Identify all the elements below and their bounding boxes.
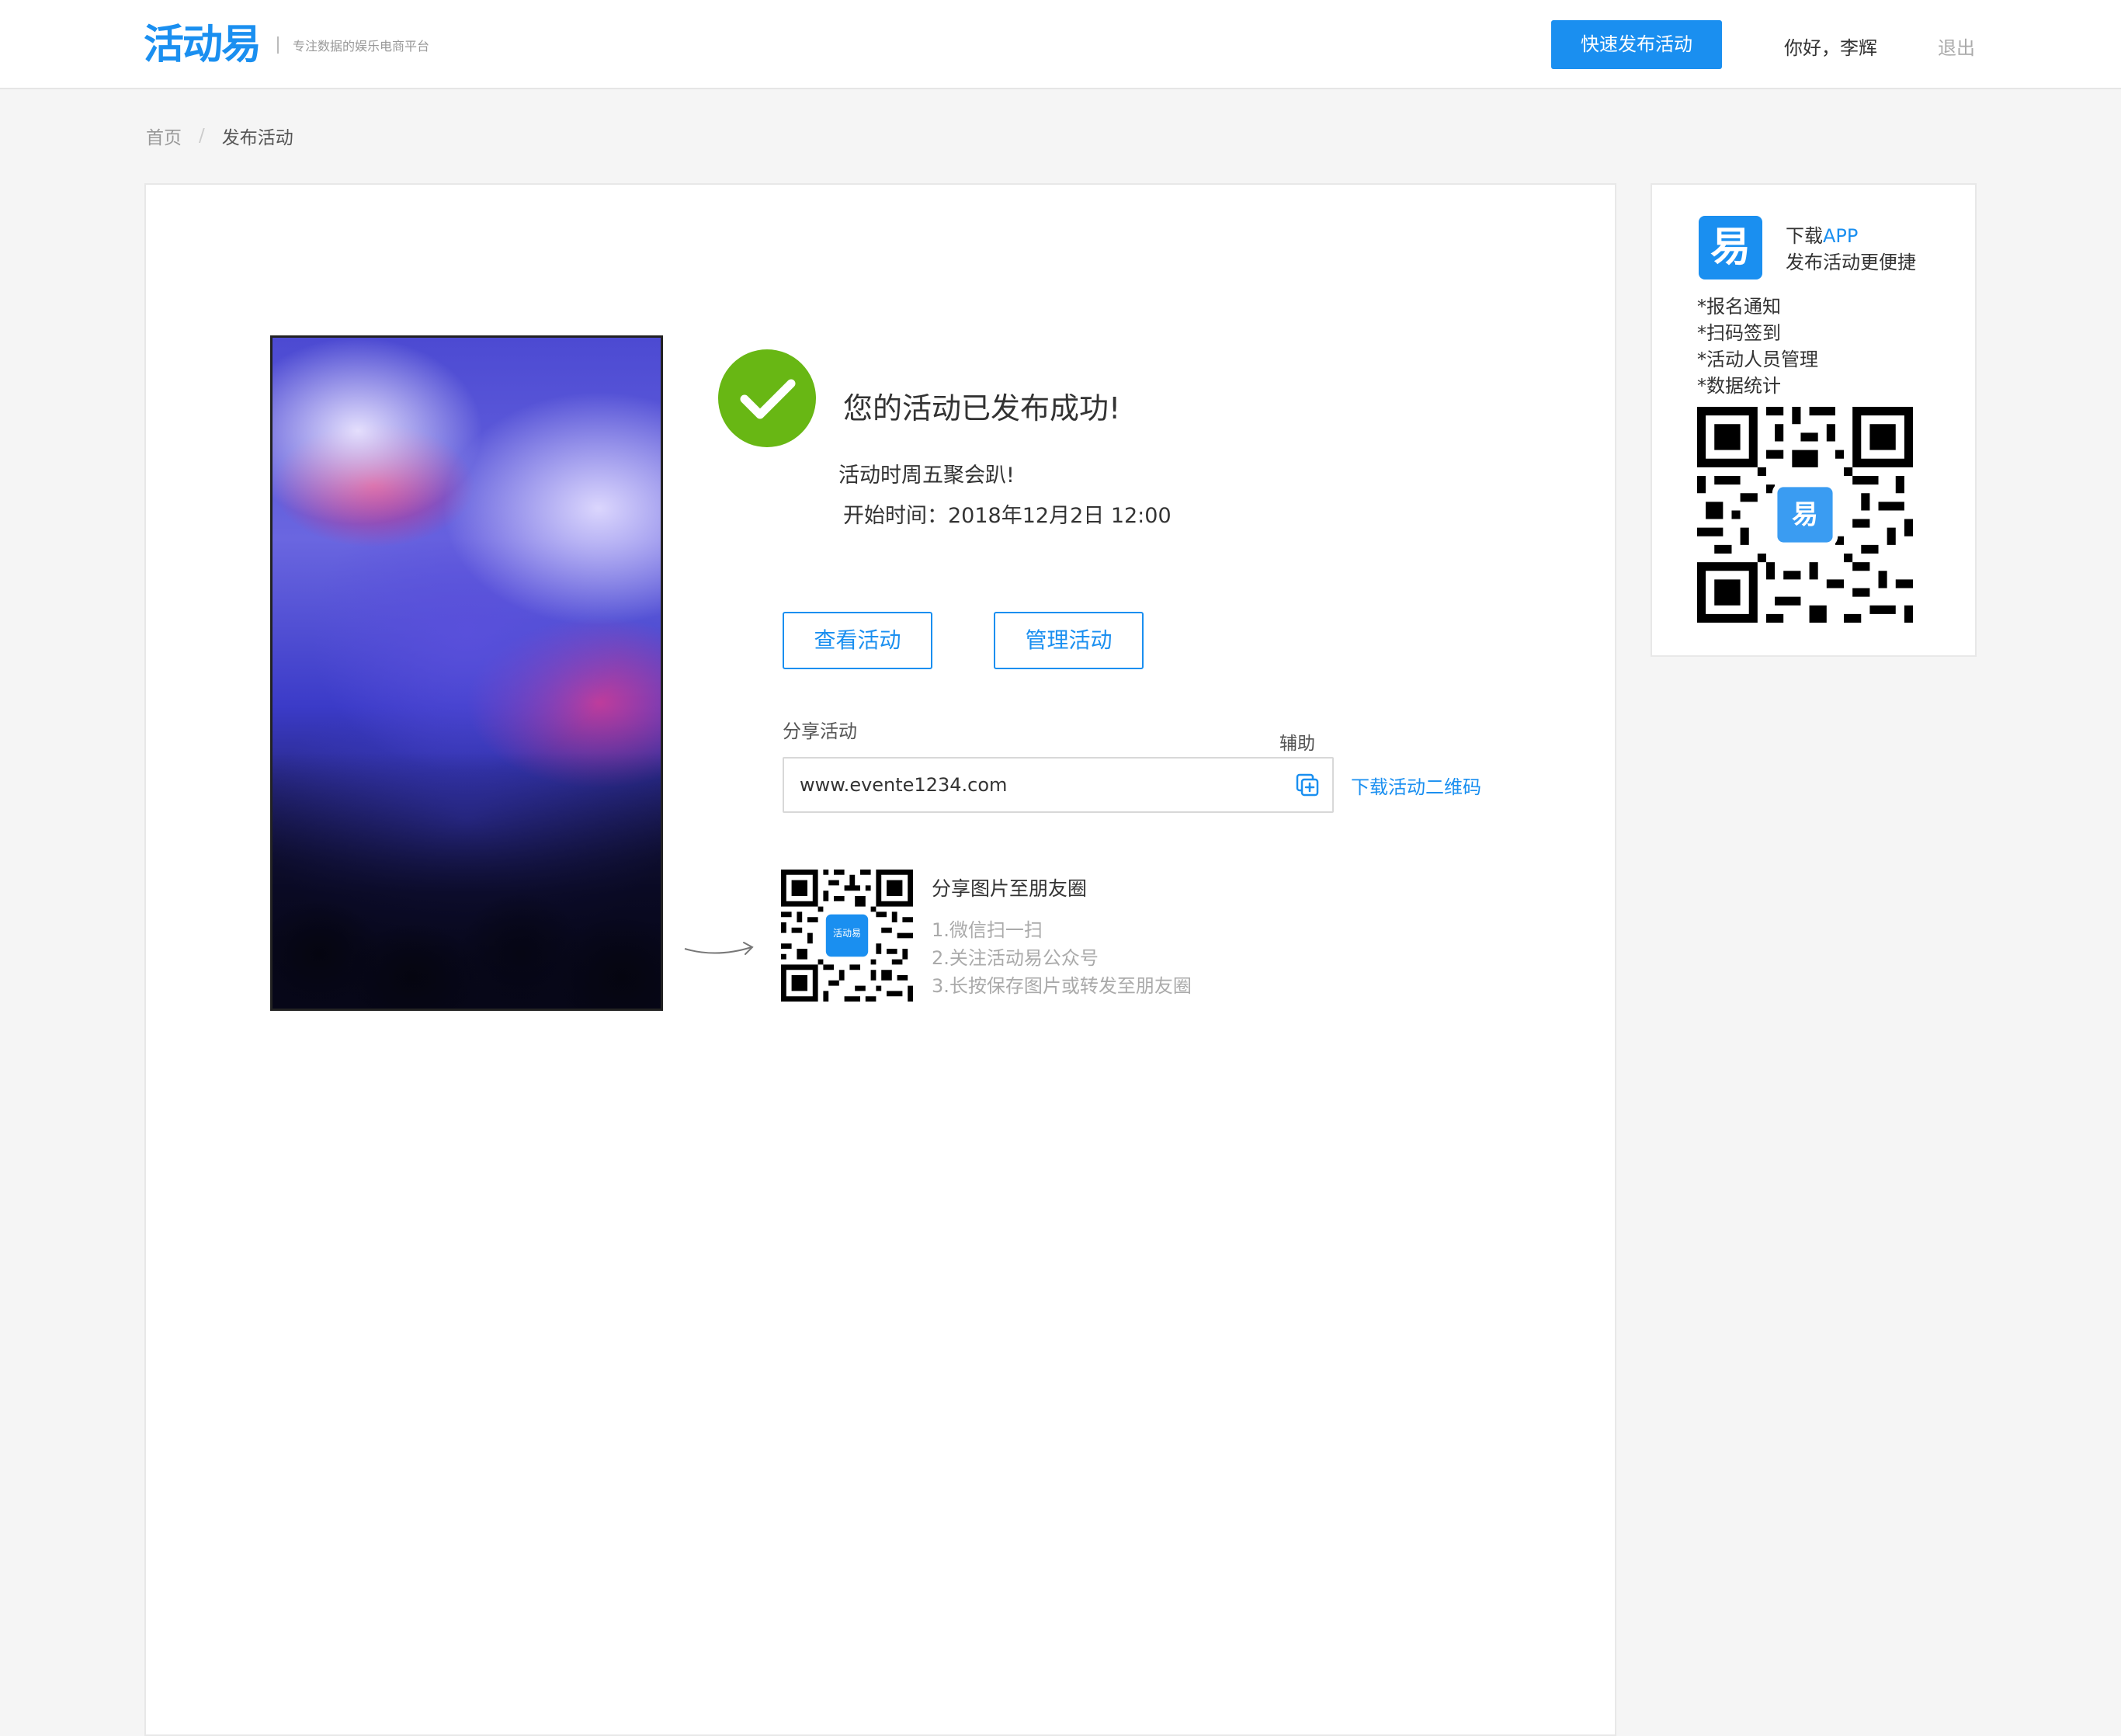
view-event-button[interactable]: 查看活动 [783, 612, 932, 669]
success-message: 您的活动已发布成功! [843, 391, 1121, 425]
app-subtitle: 发布活动更便捷 [1786, 252, 1916, 273]
poster-crowd-silhouette [273, 752, 661, 1009]
event-start-time: 开始时间：2018年12月2日 12:00 [843, 504, 1172, 528]
download-text: 下载 [1786, 225, 1823, 247]
app-feature-list: *报名通知 *扫码签到 *活动人员管理 *数据统计 [1697, 293, 1818, 399]
share-url-value: www.evente1234.com [800, 774, 1008, 796]
app-feature: *数据统计 [1697, 375, 1781, 397]
wechat-step: 1.微信扫一扫 [932, 919, 1043, 941]
breadcrumb-current: 发布活动 [221, 128, 293, 148]
download-app-link[interactable]: APP [1823, 225, 1858, 247]
logo[interactable]: 活动易 专注数据的娱乐电商平台 [144, 22, 429, 68]
check-icon [718, 349, 816, 447]
assist-label: 辅助 [1279, 734, 1315, 754]
breadcrumb: 首页 / 发布活动 [146, 123, 293, 149]
download-app-title: 下载APP [1786, 220, 1858, 248]
app-icon: 易 [1699, 216, 1762, 279]
share-url-field[interactable]: www.evente1234.com [783, 757, 1334, 813]
breadcrumb-separator: / [199, 126, 205, 146]
logo-text: 活动易 [144, 22, 262, 68]
top-bar: 活动易 专注数据的娱乐电商平台 快速发布活动 你好，李辉 退出 [0, 0, 2121, 89]
wechat-step: 3.长按保存图片或转发至朋友圈 [932, 975, 1192, 997]
quick-publish-button[interactable]: 快速发布活动 [1551, 20, 1722, 69]
app-qr-code: 易 [1697, 407, 1913, 623]
download-qr-link[interactable]: 下载活动二维码 [1351, 772, 1481, 799]
event-qr-code: 活动易 [781, 870, 913, 1002]
event-poster-image [270, 335, 663, 1011]
qr-center-logo: 易 [1792, 499, 1818, 530]
wechat-steps: 1.微信扫一扫 2.关注活动易公众号 3.长按保存图片或转发至朋友圈 [932, 916, 1192, 1000]
copy-icon[interactable] [1295, 773, 1320, 797]
arrow-icon [684, 942, 754, 955]
qr-center-logo: 活动易 [832, 928, 861, 939]
logo-divider [277, 36, 279, 54]
app-feature: *活动人员管理 [1697, 349, 1818, 370]
logo-tagline: 专注数据的娱乐电商平台 [293, 39, 430, 54]
wechat-share-title: 分享图片至朋友圈 [932, 877, 1088, 900]
logout-link[interactable]: 退出 [1938, 33, 1975, 60]
share-label: 分享活动 [783, 720, 857, 742]
user-greeting: 你好，李辉 [1784, 37, 1877, 59]
breadcrumb-home[interactable]: 首页 [146, 123, 182, 149]
app-feature: *报名通知 [1697, 296, 1781, 318]
event-title: 活动时周五聚会趴! [838, 464, 1015, 488]
manage-event-button[interactable]: 管理活动 [994, 612, 1144, 669]
wechat-step: 2.关注活动易公众号 [932, 947, 1099, 969]
app-feature: *扫码签到 [1697, 322, 1781, 344]
